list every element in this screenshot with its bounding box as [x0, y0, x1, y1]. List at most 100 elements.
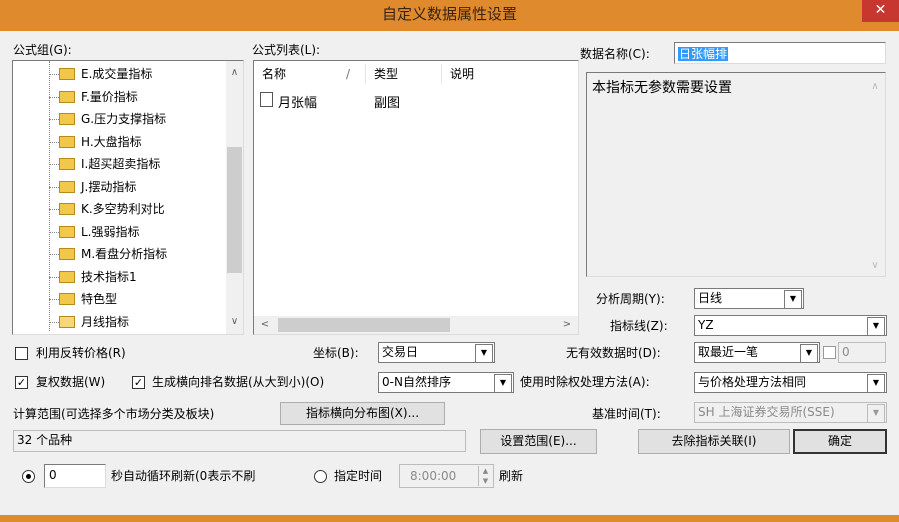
- desc-scroll-down-icon[interactable]: ∨: [867, 258, 883, 274]
- tree-item[interactable]: 特色型: [13, 288, 225, 310]
- folder-open-icon: [59, 315, 75, 328]
- time-input[interactable]: 8:00:00 ▲ ▼: [399, 464, 494, 488]
- no-valid-data-select[interactable]: 取最近一笔 ▼: [694, 342, 820, 363]
- no-valid-data-value[interactable]: 0: [838, 342, 886, 363]
- tree-item[interactable]: E.成交量指标: [13, 63, 225, 85]
- tree-item-label: 月线指标: [81, 314, 130, 329]
- folder-icon: [59, 225, 75, 238]
- spin-up-icon[interactable]: ▲: [478, 466, 492, 476]
- specified-time-radio[interactable]: [314, 470, 327, 483]
- tree-item[interactable]: L.强弱指标: [13, 221, 225, 243]
- scroll-left-icon[interactable]: <: [258, 317, 272, 333]
- no-valid-data-checkbox[interactable]: [823, 346, 836, 359]
- remove-link-button[interactable]: 去除指标关联(I): [638, 429, 790, 454]
- list-hscrollbar[interactable]: < >: [254, 316, 578, 334]
- reverse-price-label: 利用反转价格(R): [36, 346, 126, 360]
- tree-connector: [49, 321, 59, 323]
- indicator-line-select[interactable]: YZ ▼: [694, 315, 887, 336]
- row-type: 副图: [374, 96, 401, 111]
- tree-connector: [49, 299, 59, 300]
- row-name: 月张幅: [278, 96, 318, 111]
- scroll-thumb[interactable]: [227, 147, 242, 273]
- formula-icon: [260, 92, 273, 107]
- desc-scroll-up-icon[interactable]: ∧: [867, 79, 883, 95]
- set-range-button[interactable]: 设置范围(E)...: [480, 429, 597, 454]
- data-name-input[interactable]: 日张幅排: [674, 42, 886, 64]
- tree-item[interactable]: 技术指标1: [13, 266, 225, 288]
- axis-label: 坐标(B):: [313, 346, 359, 360]
- table-row[interactable]: 月张幅 副图: [254, 89, 578, 111]
- distribution-button[interactable]: 指标横向分布图(X)...: [280, 402, 445, 425]
- tree-item-label: E.成交量指标: [81, 67, 153, 81]
- tree-item-label: 技术指标1: [81, 269, 137, 284]
- calc-range-label: 计算范围(可选择多个市场分类及板块): [13, 407, 215, 421]
- column-header-name[interactable]: 名称 /: [254, 64, 366, 84]
- seconds-refresh-label: 秒自动循环刷新(0表示不刷: [111, 469, 256, 483]
- folder-icon: [59, 135, 75, 148]
- reverse-price-checkbox[interactable]: [15, 347, 28, 360]
- specified-time-label: 指定时间: [334, 469, 383, 483]
- seconds-refresh-radio[interactable]: [22, 470, 35, 483]
- folder-icon: [59, 180, 75, 193]
- column-header-desc[interactable]: 说明: [442, 64, 578, 84]
- tree-item-label: K.多空势利对比: [81, 202, 165, 216]
- dropdown-arrow-icon: ▼: [867, 317, 885, 336]
- tree-item[interactable]: K.多空势利对比: [13, 198, 225, 220]
- tree-scrollbar[interactable]: ∧ ∨: [226, 61, 243, 334]
- column-header-type[interactable]: 类型: [366, 64, 442, 84]
- folder-icon: [59, 248, 75, 260]
- hscroll-thumb[interactable]: [278, 318, 450, 332]
- description-box[interactable]: 本指标无参数需要设置 ∧ ∨: [586, 72, 886, 277]
- tree-connector: [49, 276, 59, 278]
- data-name-label: 数据名称(C):: [580, 47, 650, 61]
- exright-method-select[interactable]: 与价格处理方法相同 ▼: [694, 372, 887, 393]
- axis-select[interactable]: 交易日 ▼: [378, 342, 495, 363]
- scroll-right-icon[interactable]: >: [560, 317, 574, 333]
- rank-data-label: 生成横向排名数据(从大到小)(O): [152, 375, 325, 389]
- formula-list[interactable]: 名称 / 类型 说明 月张幅 副图 < >: [253, 60, 579, 335]
- ok-button[interactable]: 确定: [793, 429, 887, 454]
- tree-item[interactable]: F.量价指标: [13, 86, 225, 108]
- tree-item[interactable]: I.超买超卖指标: [13, 153, 225, 175]
- tree-connector: [49, 74, 59, 75]
- window-title: 自定义数据属性设置: [381, 5, 517, 23]
- calc-range-value: 32 个品种: [13, 430, 466, 452]
- tree-connector: [49, 231, 59, 233]
- adjusted-data-label: 复权数据(W): [36, 375, 106, 389]
- tree-connector: [49, 141, 59, 143]
- folder-icon: [59, 270, 75, 283]
- tree-item-label: F.量价指标: [81, 89, 138, 104]
- dropdown-arrow-icon: ▼: [867, 374, 885, 393]
- scroll-down-icon[interactable]: ∨: [226, 314, 243, 330]
- close-button[interactable]: ✕: [862, 0, 899, 22]
- dropdown-arrow-icon: ▼: [494, 374, 512, 393]
- tree-item[interactable]: G.压力支撑指标: [13, 108, 225, 130]
- tree-item[interactable]: H.大盘指标: [13, 131, 225, 153]
- formula-group-tree[interactable]: E.成交量指标 F.量价指标 G.压力支撑指标 H.大盘指标 I.超买超卖指标 J.摆动指…: [12, 60, 244, 335]
- folder-icon: [59, 158, 75, 170]
- tree-connector: [49, 254, 59, 255]
- refresh-label: 刷新: [499, 469, 524, 483]
- tree-item-label: M.看盘分析指标: [81, 247, 168, 261]
- tree-item[interactable]: M.看盘分析指标: [13, 243, 225, 265]
- scroll-up-icon[interactable]: ∧: [226, 65, 243, 81]
- tree-item[interactable]: J.摆动指标: [13, 176, 225, 198]
- folder-icon: [59, 293, 75, 305]
- rank-data-checkbox[interactable]: ✓: [132, 376, 145, 389]
- description-text: 本指标无参数需要设置: [592, 80, 732, 96]
- adjusted-data-checkbox[interactable]: ✓: [15, 376, 28, 389]
- rank-order-select[interactable]: 0-N自然排序 ▼: [378, 372, 514, 393]
- analysis-period-select[interactable]: 日线 ▼: [694, 288, 804, 309]
- tree-item[interactable]: 月线指标: [13, 311, 225, 333]
- spin-down-icon[interactable]: ▼: [478, 476, 492, 486]
- analysis-period-label: 分析周期(Y):: [596, 292, 665, 306]
- dropdown-arrow-icon: ▼: [800, 344, 818, 363]
- no-valid-data-label: 无有效数据时(D):: [566, 346, 661, 360]
- dropdown-arrow-icon: ▼: [867, 404, 885, 423]
- base-time-select[interactable]: SH 上海证券交易所(SSE) ▼: [694, 402, 887, 423]
- tree-connector: [49, 164, 59, 165]
- tree-item-label: J.摆动指标: [81, 179, 137, 194]
- tree-item-label: G.压力支撑指标: [81, 112, 167, 126]
- seconds-input[interactable]: 0: [44, 464, 106, 488]
- tree-connector: [49, 119, 59, 120]
